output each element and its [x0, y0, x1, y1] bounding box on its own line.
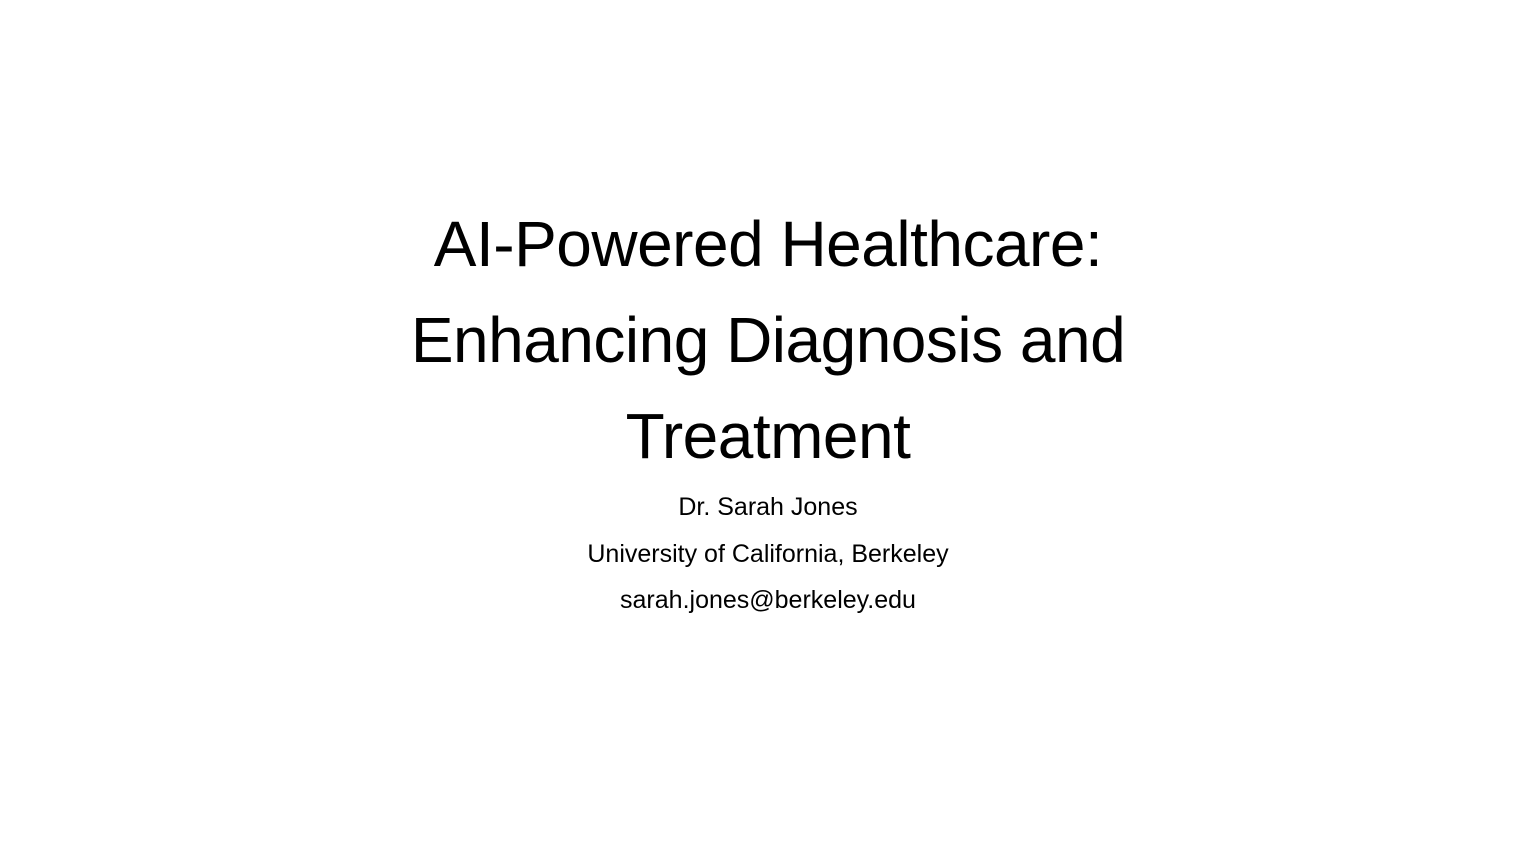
title-line-3: Treatment	[625, 400, 911, 472]
title-slide: AI-Powered Healthcare: Enhancing Diagnos…	[0, 0, 1536, 864]
author-name: Dr. Sarah Jones	[678, 493, 858, 521]
author-affiliation: University of California, Berkeley	[587, 539, 949, 568]
title-line-2: Enhancing Diagnosis and	[410, 304, 1126, 376]
slide-title: AI-Powered Healthcare: Enhancing Diagnos…	[218, 196, 1318, 484]
title-line-1: AI-Powered Healthcare:	[433, 208, 1103, 280]
author-email: sarah.jones@berkeley.edu	[620, 586, 916, 614]
slide-subtitle: Dr. Sarah Jones University of California…	[368, 484, 1168, 624]
